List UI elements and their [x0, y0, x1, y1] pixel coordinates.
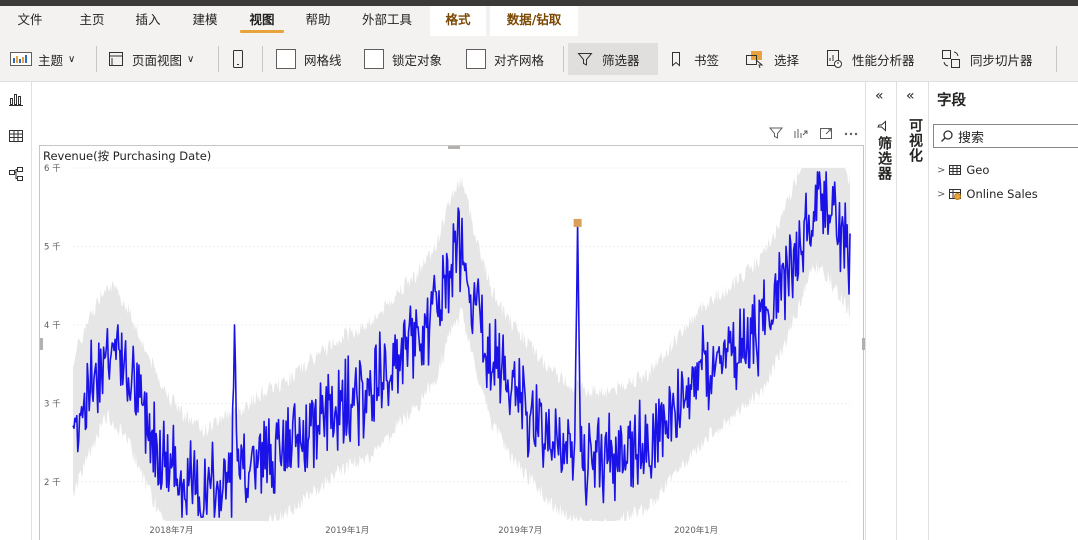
- filter-icon: [577, 53, 593, 66]
- theme-button[interactable]: 主题 ∨: [10, 43, 75, 75]
- report-view-icon[interactable]: [7, 90, 25, 108]
- ribbon-separator: [218, 46, 219, 72]
- tab-view[interactable]: 视图: [238, 6, 286, 36]
- page-view-label: 页面视图: [132, 52, 183, 68]
- focus-mode-icon[interactable]: [818, 125, 834, 141]
- more-options-icon[interactable]: [843, 125, 859, 141]
- performance-analyzer-icon: [827, 50, 842, 68]
- ribbon-separator: [262, 46, 263, 72]
- chevron-down-icon: ∨: [187, 53, 195, 65]
- y-tick-label: 5 千: [44, 241, 61, 252]
- ribbon-toolbar: 主题 ∨ 页面视图 ∨ 网格线 锁定对象 对齐网格 筛选器 书签 选择 性能分析…: [0, 36, 1078, 82]
- expand-icon[interactable]: «: [906, 88, 915, 104]
- y-tick-label: 2 千: [44, 477, 61, 488]
- x-tick-label: 2018年7月: [149, 525, 193, 536]
- tab-modeling[interactable]: 建模: [181, 6, 229, 36]
- fields-search-box[interactable]: 搜索: [933, 124, 1078, 148]
- x-tick-label: 2019年1月: [325, 525, 369, 536]
- performance-analyzer-button[interactable]: 性能分析器: [824, 43, 915, 75]
- filters-pane-button[interactable]: 筛选器: [568, 43, 658, 75]
- gridlines-toggle[interactable]: 网格线: [276, 43, 342, 75]
- mobile-layout-icon: [233, 50, 243, 68]
- bookmarks-label: 书签: [694, 52, 720, 68]
- chevron-right-icon[interactable]: >: [937, 165, 945, 176]
- x-tick-label: 2019年7月: [498, 525, 542, 536]
- drill-icon[interactable]: [793, 125, 809, 141]
- selection-label: 选择: [774, 52, 800, 68]
- filters-pane-collapsed[interactable]: « 筛选器: [865, 82, 897, 540]
- snap-grid-toggle[interactable]: 对齐网格: [466, 43, 544, 75]
- filters-pane-label: 筛选器: [876, 136, 892, 181]
- fields-title: 字段: [937, 93, 966, 109]
- snap-grid-checkbox[interactable]: [466, 49, 486, 69]
- field-table-name: Online Sales: [966, 187, 1038, 201]
- series-line: [72, 171, 851, 518]
- tab-insert[interactable]: 插入: [124, 6, 172, 36]
- mobile-layout-button[interactable]: [230, 43, 246, 75]
- tab-external-tools[interactable]: 外部工具: [352, 6, 422, 36]
- resize-handle-top[interactable]: [448, 146, 460, 149]
- anomaly-marker[interactable]: [573, 218, 582, 227]
- bookmark-icon: [672, 52, 680, 67]
- expand-icon[interactable]: «: [875, 88, 884, 104]
- page-view-button[interactable]: 页面视图 ∨: [106, 43, 194, 75]
- visualizations-pane-label: 可视化: [907, 118, 923, 163]
- bookmarks-button[interactable]: 书签: [668, 43, 719, 75]
- data-view-icon[interactable]: [7, 127, 25, 145]
- ribbon-separator: [563, 46, 564, 72]
- ribbon-tabs: 文件 主页 插入 建模 视图 帮助 外部工具 格式 数据/钻取: [0, 6, 1078, 36]
- fields-pane: 字段 搜索 > Geo > Online Sales: [929, 82, 1078, 540]
- tab-file[interactable]: 文件: [6, 6, 54, 36]
- chevron-right-icon[interactable]: >: [937, 189, 945, 200]
- lock-objects-checkbox[interactable]: [364, 49, 384, 69]
- tab-format[interactable]: 格式: [430, 6, 486, 36]
- model-view-icon[interactable]: [7, 165, 25, 183]
- performance-label: 性能分析器: [852, 52, 915, 68]
- line-chart-visual[interactable]: 2 千 3 千 4 千 5 千 6 千 2018年7月 2019年1月 2019年7月 202…: [39, 145, 865, 540]
- snap-grid-label: 对齐网格: [494, 52, 545, 68]
- search-icon: [941, 130, 953, 142]
- gridlines-label: 网格线: [304, 52, 342, 68]
- visual-header-toolbar: [768, 124, 859, 142]
- gridlines-checkbox[interactable]: [276, 49, 296, 69]
- sync-slicers-icon: [942, 50, 960, 68]
- selection-icon: [746, 51, 764, 69]
- page-view-icon: [109, 52, 123, 66]
- filters-label: 筛选器: [602, 52, 640, 68]
- filter-icon: [877, 120, 886, 132]
- visualizations-pane-collapsed[interactable]: « 可视化: [897, 82, 929, 540]
- search-placeholder: 搜索: [958, 130, 985, 146]
- chart: 2 千 3 千 4 千 5 千 6 千 2018年7月 2019年1月 2019年7月 202…: [40, 146, 865, 536]
- table-icon: [949, 165, 962, 175]
- y-tick-label: 4 千: [44, 320, 61, 331]
- y-tick-label: 3 千: [44, 398, 61, 409]
- tab-data-drill[interactable]: 数据/钻取: [490, 6, 578, 36]
- theme-label: 主题: [38, 52, 64, 68]
- theme-icon: [10, 52, 32, 66]
- lock-objects-label: 锁定对象: [392, 52, 443, 68]
- report-canvas[interactable]: 2 千 3 千 4 千 5 千 6 千 2018年7月 2019年1月 2019年7月 202…: [33, 82, 865, 540]
- field-table-geo[interactable]: > Geo: [937, 161, 989, 179]
- sync-slicers-label: 同步切片器: [970, 52, 1033, 68]
- chart-title: Revenue(按 Purchasing Date): [43, 149, 212, 163]
- y-tick-label: 6 千: [44, 163, 61, 174]
- view-switcher-rail: [0, 82, 32, 540]
- x-tick-label: 2020年1月: [674, 525, 718, 536]
- sync-slicers-button[interactable]: 同步切片器: [940, 43, 1033, 75]
- chevron-down-icon: ∨: [68, 53, 76, 65]
- field-table-online-sales[interactable]: > Online Sales: [937, 185, 1038, 203]
- table-with-measure-icon: [949, 189, 962, 200]
- field-table-name: Geo: [966, 163, 990, 177]
- resize-handle-left[interactable]: [40, 338, 43, 350]
- filter-icon[interactable]: [768, 125, 784, 141]
- ribbon-separator: [96, 46, 97, 72]
- selection-button[interactable]: 选择: [744, 43, 799, 75]
- tab-help[interactable]: 帮助: [294, 6, 342, 36]
- tab-home[interactable]: 主页: [68, 6, 116, 36]
- ribbon-separator: [1056, 46, 1057, 72]
- lock-objects-toggle[interactable]: 锁定对象: [364, 43, 442, 75]
